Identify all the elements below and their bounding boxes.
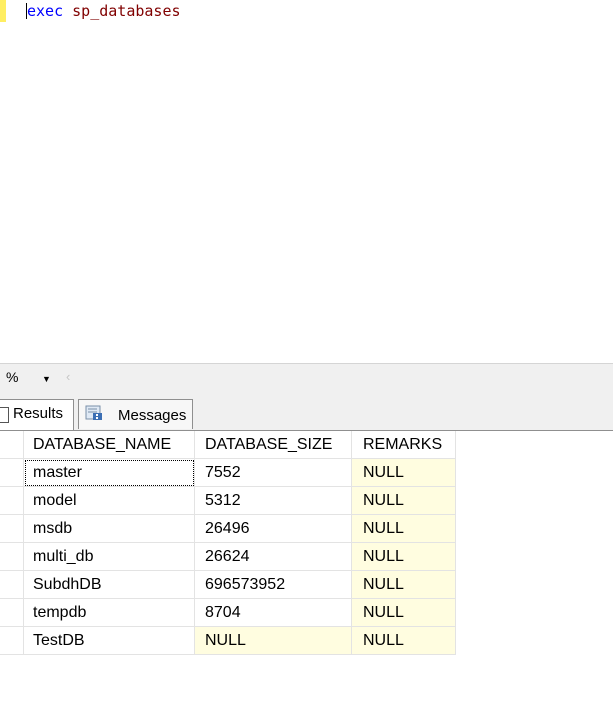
- procedure-name: sp_databases: [72, 2, 181, 20]
- table-cell[interactable]: 696573952: [195, 571, 352, 599]
- table-cell[interactable]: multi_db: [24, 543, 195, 571]
- row-selector[interactable]: [0, 571, 24, 599]
- table-cell[interactable]: 8704: [195, 599, 352, 627]
- triangle-down-icon[interactable]: ▼: [42, 374, 51, 384]
- results-tab-strip: Results Messages: [0, 392, 613, 431]
- tab-results[interactable]: Results: [0, 399, 74, 430]
- table-cell[interactable]: NULL: [352, 571, 456, 599]
- exec-keyword: exec: [27, 2, 64, 20]
- column-header[interactable]: REMARKS: [352, 431, 456, 459]
- row-selector[interactable]: [0, 627, 24, 655]
- table-cell[interactable]: NULL: [195, 627, 352, 655]
- chevron-left-icon[interactable]: ‹: [66, 369, 70, 384]
- query-editor[interactable]: exec sp_databases: [0, 0, 613, 362]
- table-cell[interactable]: 7552: [195, 459, 352, 487]
- table-cell[interactable]: 26624: [195, 543, 352, 571]
- tab-results-label: Results: [13, 405, 64, 422]
- row-selector[interactable]: [0, 459, 24, 487]
- table-cell[interactable]: master: [24, 459, 195, 487]
- table-cell[interactable]: NULL: [352, 627, 456, 655]
- table-cell[interactable]: NULL: [352, 459, 456, 487]
- table-cell[interactable]: 26496: [195, 515, 352, 543]
- tab-messages[interactable]: Messages: [78, 399, 193, 429]
- table-cell[interactable]: NULL: [352, 599, 456, 627]
- table-cell[interactable]: TestDB: [24, 627, 195, 655]
- row-selector[interactable]: [0, 515, 24, 543]
- table-cell[interactable]: NULL: [352, 515, 456, 543]
- change-marker: [0, 0, 6, 22]
- table-cell[interactable]: NULL: [352, 543, 456, 571]
- row-selector[interactable]: [0, 543, 24, 571]
- zoom-bar: % ▼ ‹: [0, 363, 613, 393]
- table-cell[interactable]: tempdb: [24, 599, 195, 627]
- query-text[interactable]: exec sp_databases: [26, 2, 181, 20]
- zoom-level[interactable]: %: [6, 369, 18, 385]
- tab-messages-label: Messages: [118, 407, 187, 424]
- column-header[interactable]: DATABASE_SIZE: [195, 431, 352, 459]
- grid-icon: [0, 407, 9, 423]
- table-cell[interactable]: 5312: [195, 487, 352, 515]
- table-cell[interactable]: msdb: [24, 515, 195, 543]
- row-selector[interactable]: [0, 599, 24, 627]
- table-cell[interactable]: SubdhDB: [24, 571, 195, 599]
- corner-cell[interactable]: [0, 431, 24, 459]
- column-header[interactable]: DATABASE_NAME: [24, 431, 195, 459]
- table-cell[interactable]: model: [24, 487, 195, 515]
- table-cell[interactable]: NULL: [352, 487, 456, 515]
- row-selector[interactable]: [0, 487, 24, 515]
- messages-icon: [85, 405, 102, 420]
